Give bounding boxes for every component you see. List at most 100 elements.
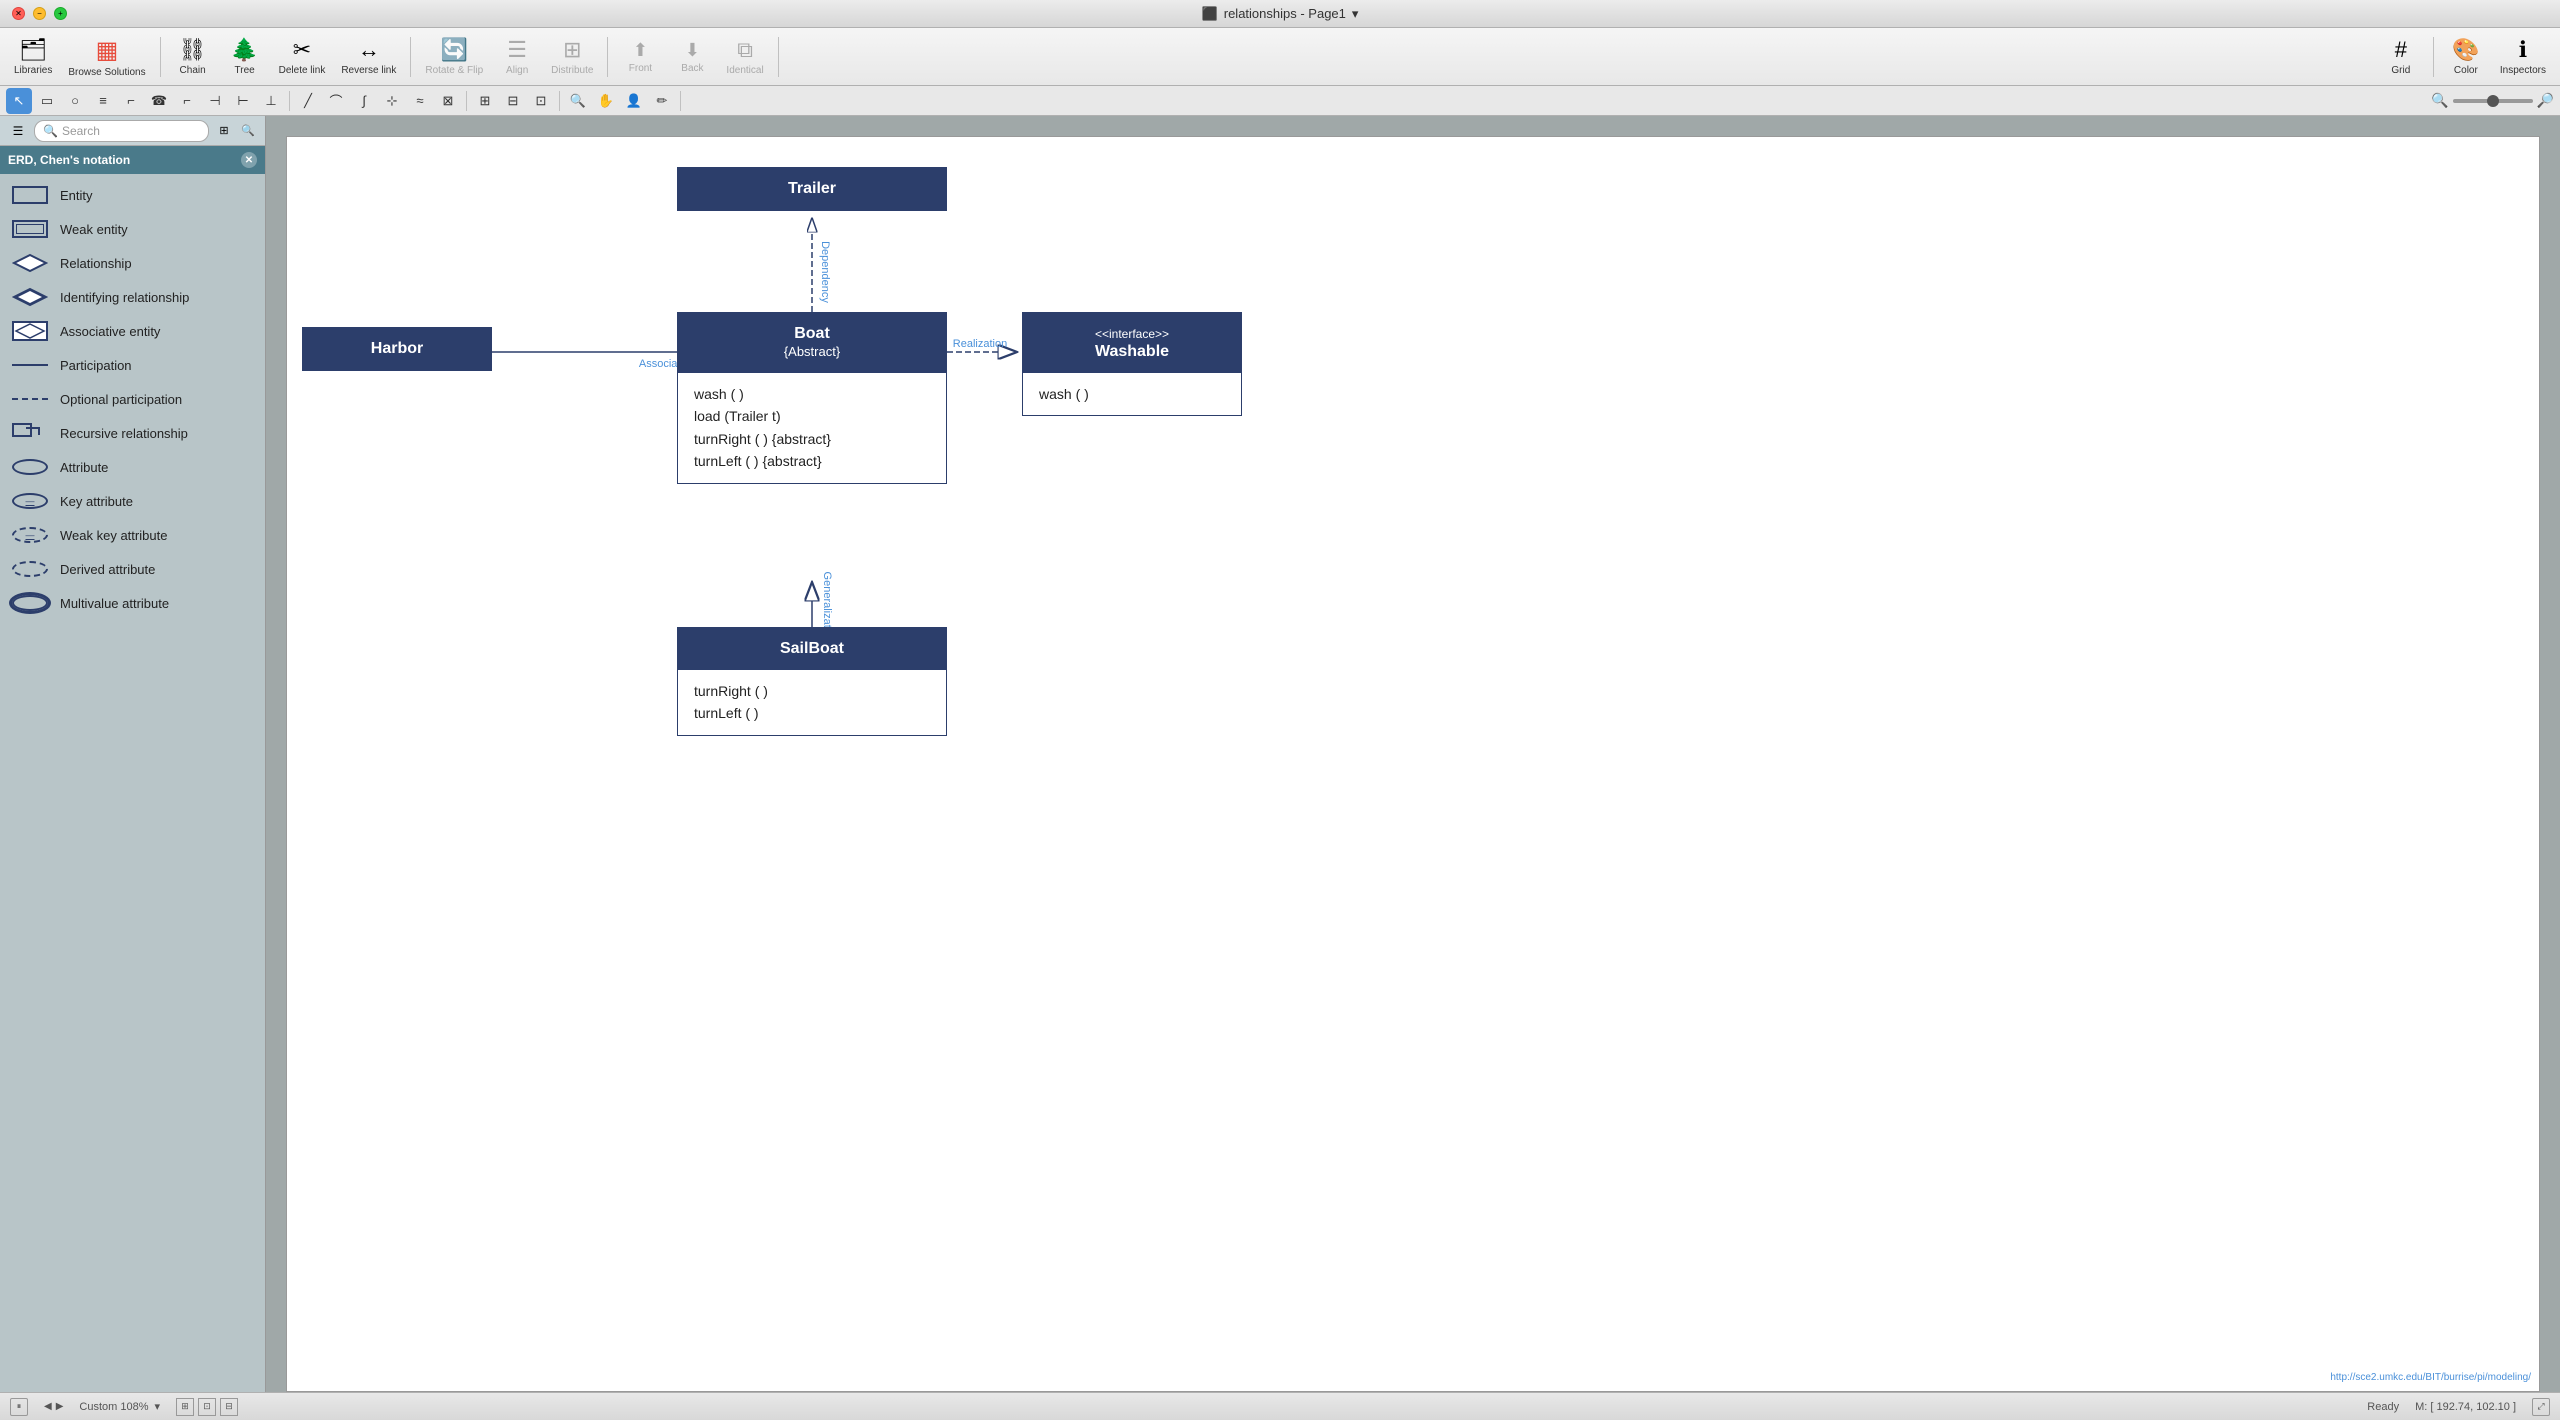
libraries-button[interactable]: 🗂 Libraries bbox=[8, 31, 58, 83]
zoom-in-icon[interactable]: 🔎 bbox=[2537, 92, 2554, 109]
statusbar-right: Ready M: [ 192.74, 102.10 ] ⤢ bbox=[2367, 1398, 2550, 1416]
prev-page-button[interactable]: ◀ bbox=[44, 1401, 52, 1412]
select-tool[interactable]: ↖ bbox=[6, 88, 32, 114]
front-icon: ⬆ bbox=[633, 40, 648, 61]
status-text: Ready bbox=[2367, 1401, 2399, 1413]
zoom-dropdown-icon[interactable]: ▾ bbox=[155, 1400, 161, 1413]
sidebar-item-multivalue-attribute[interactable]: Multivalue attribute bbox=[0, 586, 265, 620]
delete-link-button[interactable]: ✂ Delete link bbox=[273, 31, 332, 83]
panel-close-button[interactable]: ✕ bbox=[241, 152, 257, 168]
window-title: ⬛ relationships - Page1 ▾ bbox=[1202, 6, 1359, 22]
page-navigation: ◀ ▶ bbox=[44, 1401, 63, 1412]
relationship-icon bbox=[10, 251, 50, 275]
connect-tool5[interactable]: ⊢ bbox=[230, 88, 256, 114]
watermark-link[interactable]: http://sce2.umkc.edu/BIT/burrise/pi/mode… bbox=[2330, 1372, 2531, 1383]
zoom-slider[interactable] bbox=[2453, 99, 2533, 103]
pause-button[interactable]: ⏸ bbox=[10, 1398, 28, 1416]
sidebar-item-identifying-relationship[interactable]: Identifying relationship bbox=[0, 280, 265, 314]
line-tool2[interactable]: ⌒ bbox=[323, 88, 349, 114]
line-tool3[interactable]: ∫ bbox=[351, 88, 377, 114]
view-control-2[interactable]: ⊡ bbox=[198, 1398, 216, 1416]
associative-entity-icon bbox=[10, 319, 50, 343]
boat-method-3: turnRight ( ) {abstract} bbox=[694, 428, 930, 450]
connect-tool3[interactable]: ⌐ bbox=[174, 88, 200, 114]
entity-boat[interactable]: Boat{Abstract} wash ( ) load (Trailer t)… bbox=[677, 312, 947, 484]
toolbar-separator-4 bbox=[778, 37, 779, 77]
main-layout: ☰ 🔍 Search ⊞ 🔍 ERD, Chen's notation ✕ En… bbox=[0, 116, 2560, 1392]
boat-method-1: wash ( ) bbox=[694, 383, 930, 405]
zoom-out-tool[interactable]: 🔍 bbox=[565, 88, 591, 114]
connect-tool1[interactable]: ⌐ bbox=[118, 88, 144, 114]
reverse-link-button[interactable]: ↔ Reverse link bbox=[335, 31, 402, 83]
line-tool5[interactable]: ≈ bbox=[407, 88, 433, 114]
chain-button[interactable]: ⛓ Chain bbox=[169, 31, 217, 83]
user-tool[interactable]: 👤 bbox=[621, 88, 647, 114]
rotate-flip-icon: 🔄 bbox=[441, 37, 468, 63]
view-mode-controls: ⊞ ⊡ ⊟ bbox=[176, 1398, 238, 1416]
search-view-button[interactable]: 🔍 bbox=[237, 120, 259, 142]
inspectors-button[interactable]: ℹ Inspectors bbox=[2494, 31, 2552, 83]
browse-solutions-button[interactable]: ▦ Browse Solutions bbox=[62, 31, 151, 83]
sidebar-item-recursive-relationship[interactable]: Recursive relationship bbox=[0, 416, 265, 450]
close-button[interactable]: ✕ bbox=[12, 7, 25, 20]
recursive-relationship-label: Recursive relationship bbox=[60, 426, 188, 441]
transform-tool3[interactable]: ⊡ bbox=[528, 88, 554, 114]
optional-participation-icon bbox=[10, 387, 50, 411]
sidebar: ☰ 🔍 Search ⊞ 🔍 ERD, Chen's notation ✕ En… bbox=[0, 116, 266, 1392]
maximize-button[interactable]: + bbox=[54, 7, 67, 20]
key-attribute-icon: — bbox=[10, 489, 50, 513]
participation-label: Participation bbox=[60, 358, 132, 373]
canvas-area[interactable]: Dependency * Association Realization Gen… bbox=[266, 116, 2560, 1392]
entity-washable[interactable]: <<interface>> Washable wash ( ) bbox=[1022, 312, 1242, 416]
connect-tool4[interactable]: ⊣ bbox=[202, 88, 228, 114]
weak-key-attribute-icon: — bbox=[10, 523, 50, 547]
browse-icon: ▦ bbox=[96, 36, 119, 65]
toolbar-separator-5 bbox=[2433, 37, 2434, 77]
minimize-button[interactable]: − bbox=[33, 7, 46, 20]
search-icon: 🔍 bbox=[43, 124, 58, 138]
line-tool1[interactable]: ╱ bbox=[295, 88, 321, 114]
expand-button[interactable]: ⤢ bbox=[2532, 1398, 2550, 1416]
next-page-button[interactable]: ▶ bbox=[56, 1401, 64, 1412]
tree-button[interactable]: 🌲 Tree bbox=[221, 31, 269, 83]
entity-trailer[interactable]: Trailer bbox=[677, 167, 947, 211]
transform-tool2[interactable]: ⊟ bbox=[500, 88, 526, 114]
text-tool[interactable]: ≡ bbox=[90, 88, 116, 114]
sidebar-menu-button[interactable]: ☰ bbox=[6, 119, 30, 143]
sidebar-item-relationship[interactable]: Relationship bbox=[0, 246, 265, 280]
attribute-icon bbox=[10, 455, 50, 479]
sidebar-item-optional-participation[interactable]: Optional participation bbox=[0, 382, 265, 416]
transform-tool1[interactable]: ⊞ bbox=[472, 88, 498, 114]
line-tool4[interactable]: ⊹ bbox=[379, 88, 405, 114]
color-button[interactable]: 🎨 Color bbox=[2442, 31, 2490, 83]
sidebar-item-associative-entity[interactable]: Associative entity bbox=[0, 314, 265, 348]
zoom-out-icon[interactable]: 🔍 bbox=[2431, 92, 2448, 109]
pencil-tool[interactable]: ✏ bbox=[649, 88, 675, 114]
grid-view-button[interactable]: ⊞ bbox=[213, 120, 235, 142]
sidebar-item-participation[interactable]: Participation bbox=[0, 348, 265, 382]
sidebar-item-attribute[interactable]: Attribute bbox=[0, 450, 265, 484]
entity-sailboat[interactable]: SailBoat turnRight ( ) turnLeft ( ) bbox=[677, 627, 947, 736]
sidebar-item-entity[interactable]: Entity bbox=[0, 178, 265, 212]
rectangle-tool[interactable]: ▭ bbox=[34, 88, 60, 114]
identical-button: ⧉ Identical bbox=[720, 31, 769, 83]
sidebar-item-weak-key-attribute[interactable]: — Weak key attribute bbox=[0, 518, 265, 552]
sidebar-item-key-attribute[interactable]: — Key attribute bbox=[0, 484, 265, 518]
sidebar-item-weak-entity[interactable]: Weak entity bbox=[0, 212, 265, 246]
line-tool6[interactable]: ⊠ bbox=[435, 88, 461, 114]
entity-harbor[interactable]: Harbor bbox=[302, 327, 492, 371]
connect-tool6[interactable]: ⊥ bbox=[258, 88, 284, 114]
connect-tool2[interactable]: ☎ bbox=[146, 88, 172, 114]
entity-boat-header: Boat{Abstract} bbox=[678, 313, 946, 373]
zoom-thumb[interactable] bbox=[2487, 95, 2499, 107]
view-control-3[interactable]: ⊟ bbox=[220, 1398, 238, 1416]
sidebar-item-derived-attribute[interactable]: Derived attribute bbox=[0, 552, 265, 586]
zoom-label: Custom 108% bbox=[79, 1401, 148, 1413]
toolbar-separator-2 bbox=[410, 37, 411, 77]
ellipse-tool[interactable]: ○ bbox=[62, 88, 88, 114]
view-control-1[interactable]: ⊞ bbox=[176, 1398, 194, 1416]
hand-tool[interactable]: ✋ bbox=[593, 88, 619, 114]
canvas[interactable]: Dependency * Association Realization Gen… bbox=[286, 136, 2540, 1392]
grid-button[interactable]: # Grid bbox=[2377, 31, 2425, 83]
attribute-label: Attribute bbox=[60, 460, 108, 475]
